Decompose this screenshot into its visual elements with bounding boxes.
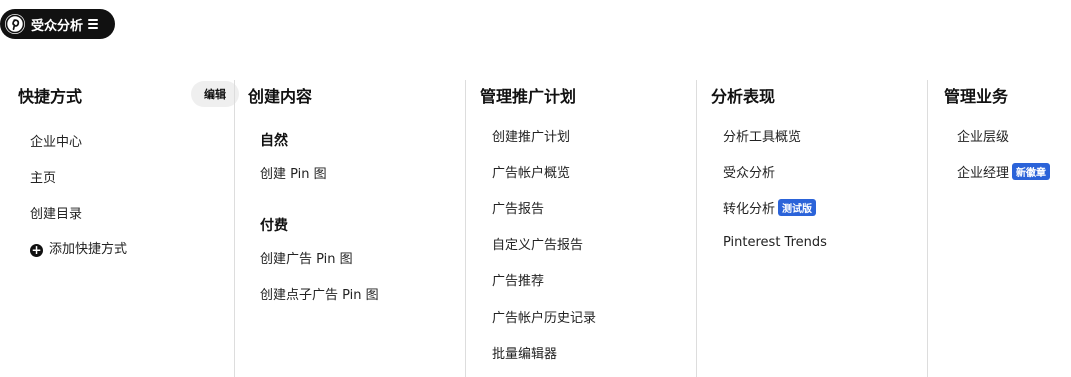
business-manager-label: 企业经理 (957, 166, 1010, 181)
ads-column: 管理推广计划 创建推广计划 广告帐户概览 广告报告 自定义广告报告 广告推荐 广… (465, 80, 696, 377)
create-ad-pin-link[interactable]: 创建广告 Pin 图 (260, 248, 353, 267)
analytics-column: 分析表现 分析工具概览 受众分析 转化分析 测试版 Pinterest Trend… (696, 80, 927, 377)
conversion-insights-label: 转化分析 (723, 202, 776, 217)
custom-reporting-link[interactable]: 自定义广告报告 (492, 234, 583, 253)
business-title: 管理业务 (944, 87, 1009, 106)
create-title: 创建内容 (248, 87, 313, 106)
ads-title: 管理推广计划 (480, 87, 577, 106)
shortcut-item-create-catalog[interactable]: 创建目录 (30, 203, 82, 222)
add-shortcut-label: 添加快捷方式 (49, 242, 128, 257)
new-badge: 新徽章 (1012, 163, 1051, 180)
paid-label: 付费 (260, 218, 288, 234)
ads-reporting-link[interactable]: 广告报告 (492, 198, 544, 217)
create-idea-ad-pin-link[interactable]: 创建点子广告 Pin 图 (260, 284, 379, 303)
ads-recommendations-link[interactable]: 广告推荐 (492, 270, 544, 289)
business-column: 管理业务 企业层级 企业经理 新徽章 (927, 80, 1071, 377)
audience-insights-link[interactable]: 受众分析 (723, 162, 775, 181)
account-history-link[interactable]: 广告帐户历史记录 (492, 307, 596, 326)
ads-account-overview-link[interactable]: 广告帐户概览 (492, 162, 570, 181)
create-column: 创建内容 自然 创建 Pin 图 付费 创建广告 Pin 图 创建点子广告 Pi… (234, 80, 465, 377)
analytics-title: 分析表现 (711, 87, 776, 106)
edit-shortcuts-button[interactable]: 编辑 (191, 81, 239, 107)
account-menu-button[interactable]: 受众分析 (0, 9, 115, 39)
create-campaign-link[interactable]: 创建推广计划 (492, 126, 570, 145)
pinterest-logo-icon (5, 14, 25, 34)
hamburger-menu-icon (88, 19, 99, 29)
account-menu-label: 受众分析 (31, 18, 84, 34)
beta-badge: 测试版 (778, 199, 817, 216)
shortcut-item-home[interactable]: 主页 (30, 167, 56, 186)
bulk-editor-link[interactable]: 批量编辑器 (492, 343, 557, 362)
conversion-insights-link[interactable]: 转化分析 测试版 (723, 198, 817, 217)
shortcuts-column: 快捷方式 编辑 企业中心 主页 创建目录 + 添加快捷方式 (18, 80, 239, 377)
create-pin-link[interactable]: 创建 Pin 图 (260, 163, 327, 182)
business-manager-link[interactable]: 企业经理 新徽章 (957, 162, 1051, 181)
business-hierarchy-link[interactable]: 企业层级 (957, 126, 1009, 145)
add-shortcut-link[interactable]: + 添加快捷方式 (30, 238, 127, 257)
shortcuts-title: 快捷方式 (18, 87, 83, 106)
pinterest-trends-link[interactable]: Pinterest Trends (723, 235, 827, 250)
organic-label: 自然 (260, 133, 288, 149)
shortcut-item-business-hub[interactable]: 企业中心 (30, 131, 82, 150)
analytics-overview-link[interactable]: 分析工具概览 (723, 126, 801, 145)
add-circle-icon: + (30, 243, 43, 257)
